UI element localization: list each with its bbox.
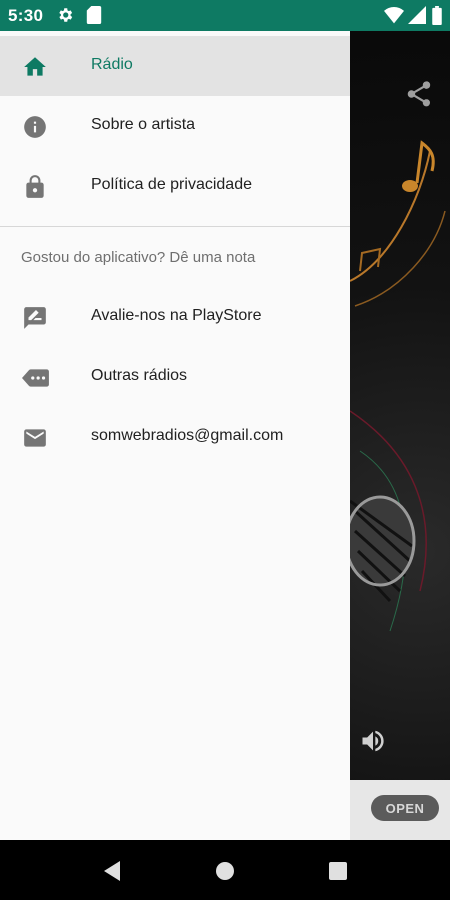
cell-signal-icon <box>408 6 426 29</box>
gear-icon <box>56 6 74 29</box>
drawer-item-rate-playstore[interactable]: Avalie-nos na PlayStore <box>0 287 350 347</box>
drawer-item-radio[interactable]: Rádio <box>0 36 350 96</box>
back-icon[interactable] <box>100 859 124 883</box>
battery-icon <box>432 6 442 30</box>
recents-icon[interactable] <box>326 859 350 883</box>
wifi-icon <box>384 6 404 29</box>
info-icon <box>22 114 48 140</box>
drawer-item-email[interactable]: somwebradios@gmail.com <box>0 407 350 467</box>
home-circle-icon[interactable] <box>213 859 237 883</box>
lock-icon <box>22 174 48 200</box>
drawer-item-about-artist[interactable]: Sobre o artista <box>0 96 350 156</box>
share-icon[interactable] <box>404 79 436 111</box>
drawer-item-label: Sobre o artista <box>91 116 196 133</box>
drawer-item-label: Outras rádios <box>91 367 188 384</box>
drawer-item-label: Política de privacidade <box>91 176 252 193</box>
drawer-divider <box>0 226 350 227</box>
sd-card-icon <box>86 6 102 29</box>
music-notes-artwork <box>350 140 446 632</box>
drawer-item-label: Rádio <box>91 56 133 73</box>
drawer-item-other-radios[interactable]: Outras rádios <box>0 347 350 407</box>
status-time: 5:30 <box>8 6 44 25</box>
home-icon <box>22 54 48 80</box>
volume-icon[interactable] <box>359 727 387 755</box>
rating-section-header: Gostou do aplicativo? Dê uma nota <box>21 249 256 266</box>
more-label-icon <box>22 365 49 391</box>
status-bar: 5:30 <box>0 0 450 31</box>
drawer-item-label: somwebradios@gmail.com <box>91 427 284 444</box>
rate-review-icon <box>22 305 48 331</box>
navigation-drawer: Rádio Sobre o artista Política de privac… <box>0 31 350 840</box>
ad-open-button[interactable]: OPEN <box>371 795 439 821</box>
drawer-item-privacy-policy[interactable]: Política de privacidade <box>0 156 350 216</box>
drawer-item-label: Avalie-nos na PlayStore <box>91 307 262 324</box>
system-navigation-bar <box>0 840 450 900</box>
email-icon <box>22 425 48 451</box>
